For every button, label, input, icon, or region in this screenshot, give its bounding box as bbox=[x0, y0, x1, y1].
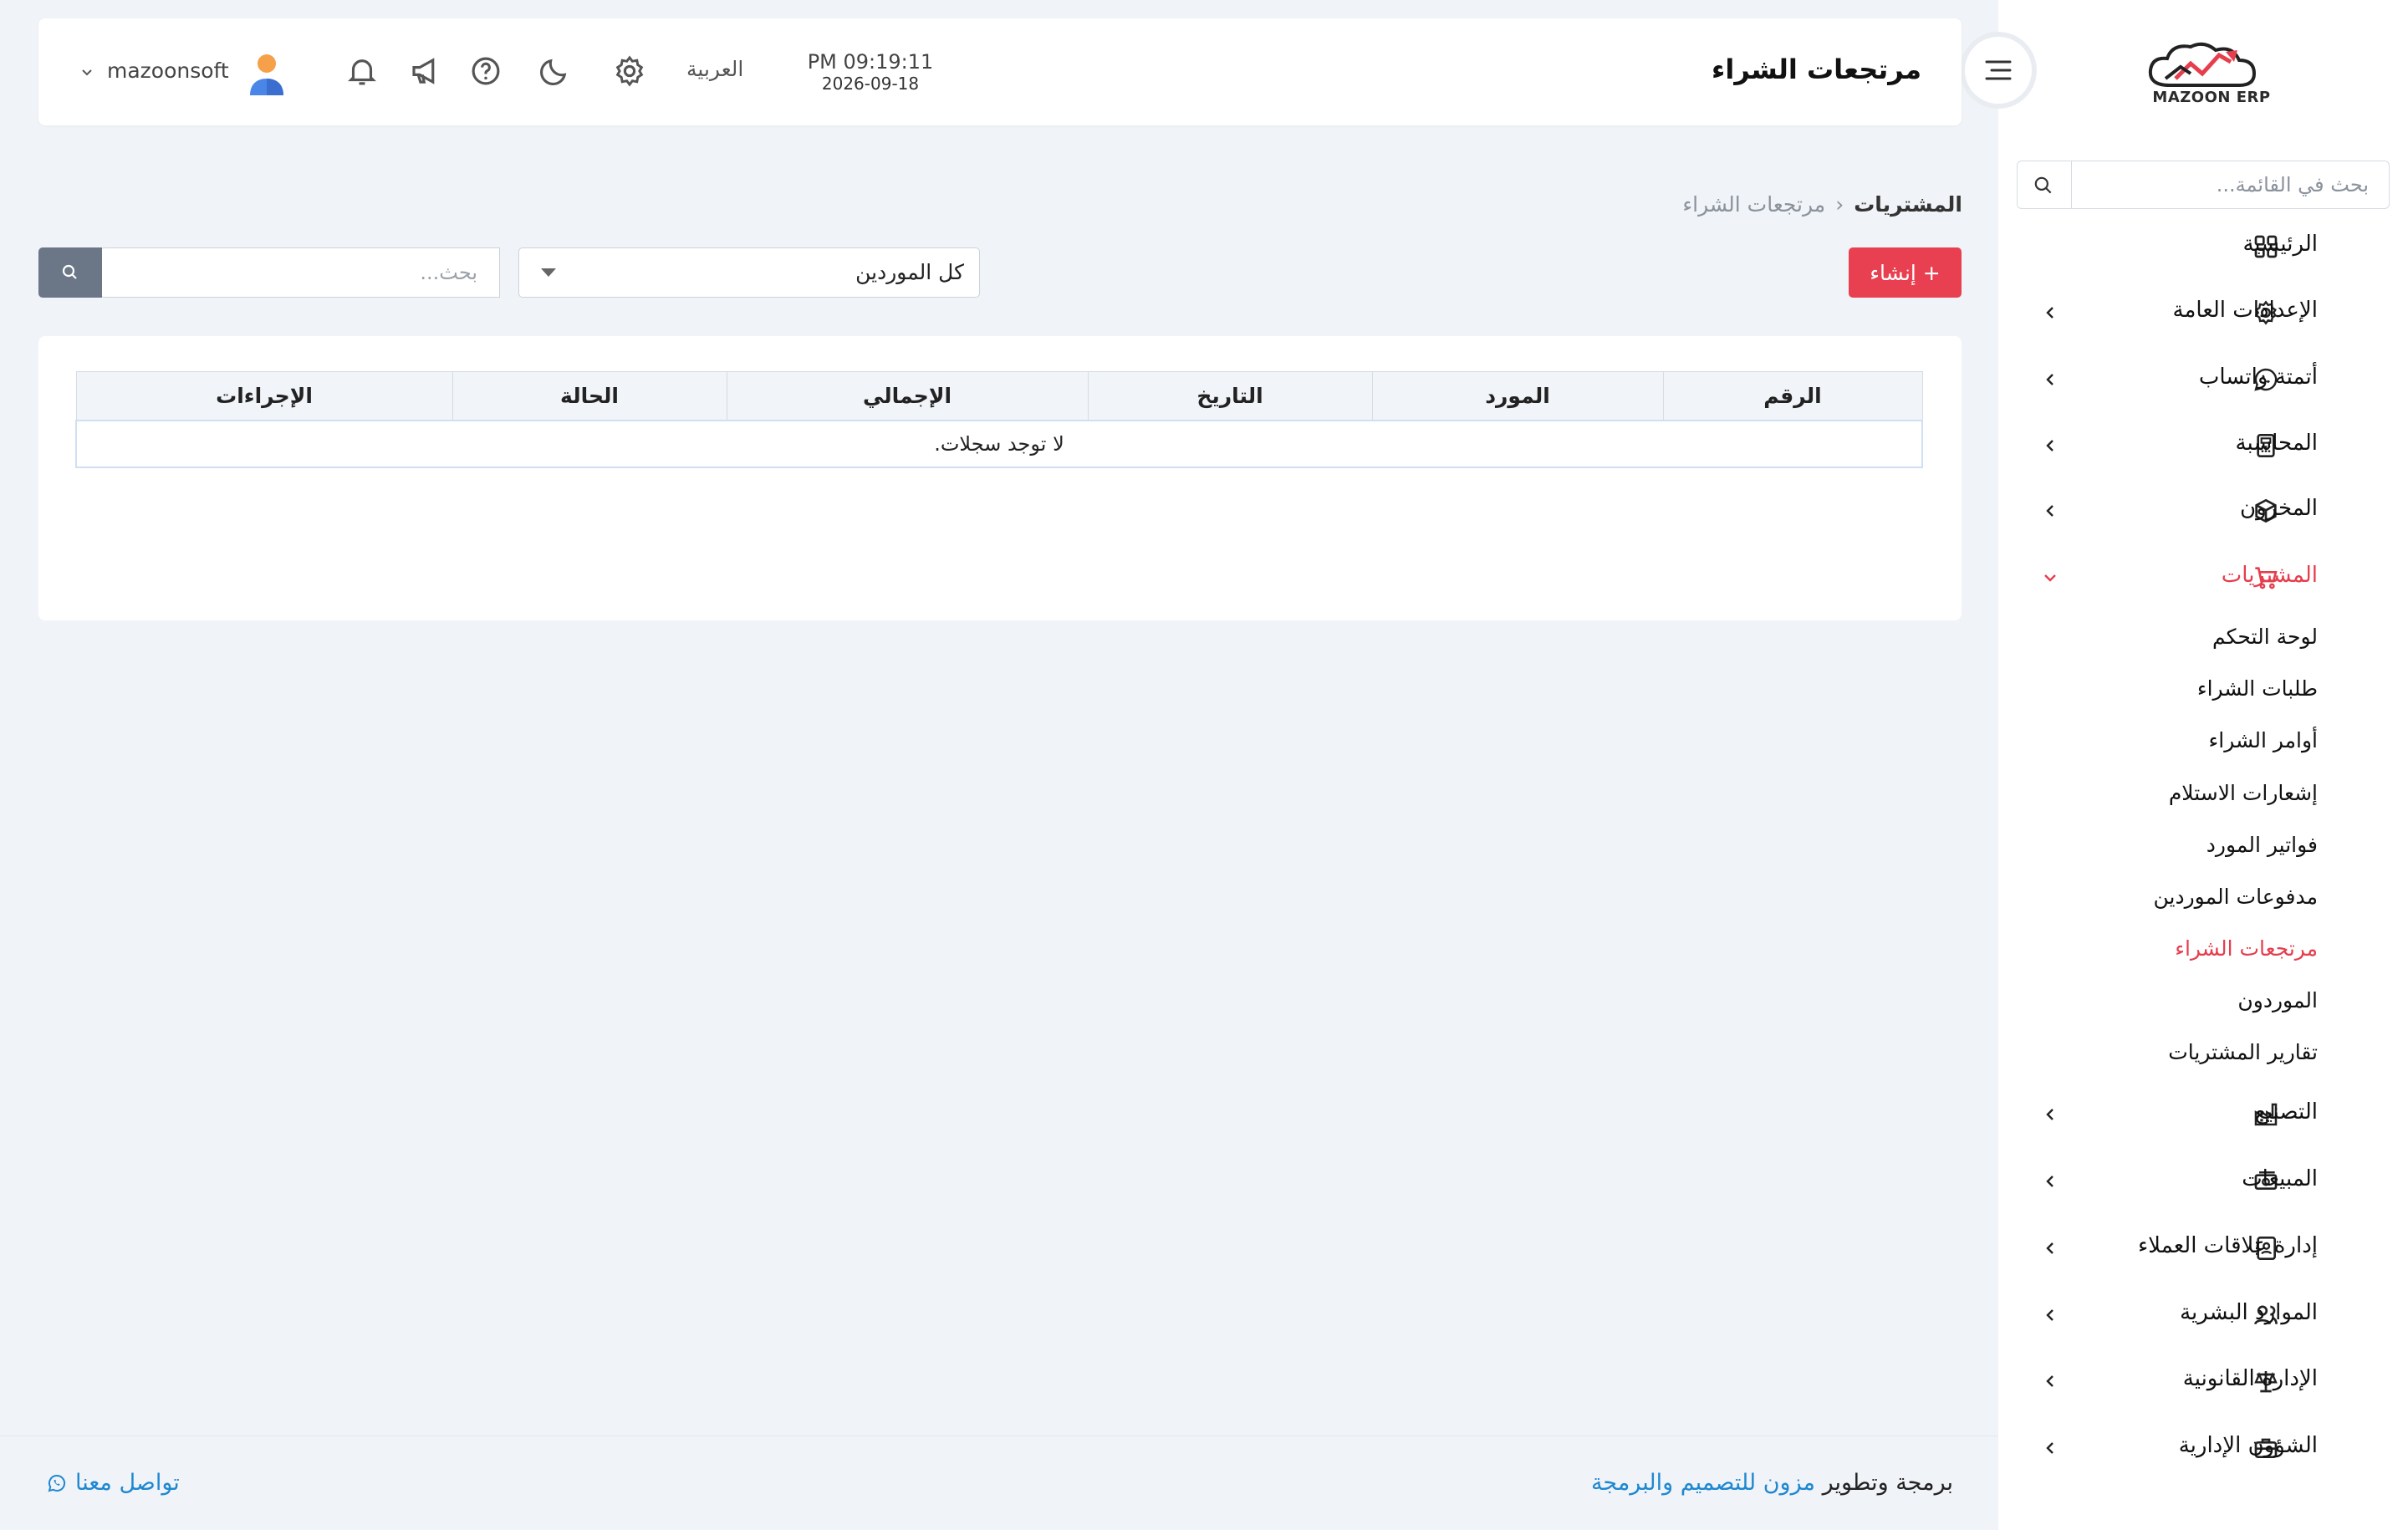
submenu-item-suppliers[interactable]: الموردون bbox=[2237, 988, 2318, 1012]
submenu-item-supplier-payments[interactable]: مدفوعات الموردين bbox=[2153, 885, 2318, 909]
sidebar-item-admin-affairs[interactable]: الشؤون الإدارية bbox=[1998, 1419, 2408, 1477]
language-switch[interactable]: العربية bbox=[686, 57, 743, 81]
sidebar-item-label: التصنيع bbox=[2254, 1099, 2318, 1125]
submenu-item-purchase-orders[interactable]: أوامر الشراء bbox=[2209, 728, 2318, 752]
sidebar-item-label: الموارد البشرية bbox=[2180, 1300, 2318, 1325]
submenu-item-dashboard[interactable]: لوحة التحكم bbox=[2212, 625, 2318, 649]
sidebar-item-label: المبيعات bbox=[2242, 1166, 2318, 1191]
create-button[interactable]: + إنشاء bbox=[1849, 247, 1962, 298]
column-header-number[interactable]: الرقم bbox=[1662, 371, 1923, 421]
chevron-down-icon bbox=[2044, 574, 2056, 582]
caret-down-icon bbox=[541, 268, 556, 277]
sidebar-item-general-settings[interactable]: الإعدادات العامة bbox=[1998, 283, 2408, 342]
sidebar-item-purchases[interactable]: المشتريات bbox=[1998, 548, 2408, 607]
megaphone-icon[interactable] bbox=[408, 54, 443, 89]
sidebar-item-legal[interactable]: الإدارة القانونية bbox=[1998, 1352, 2408, 1410]
column-header-actions: الإجراءات bbox=[75, 371, 453, 421]
whatsapp-icon bbox=[48, 1474, 66, 1492]
clock-time: PM 09:19:11 bbox=[807, 50, 934, 74]
search-input[interactable] bbox=[100, 248, 499, 297]
notification-bell-icon[interactable] bbox=[344, 54, 380, 89]
footer-credit-prefix: برمجة وتطوير bbox=[1822, 1470, 1953, 1496]
chevron-left-icon bbox=[2046, 505, 2053, 517]
footer-credit: برمجة وتطوير مزون للتصميم والبرمجة bbox=[1591, 1470, 1953, 1496]
sidebar-item-whatsapp[interactable]: أتمتة واتساب bbox=[1998, 350, 2408, 409]
chevron-left-icon bbox=[2046, 1242, 2053, 1254]
sidebar-item-label: الإدارة القانونية bbox=[2182, 1366, 2318, 1391]
submenu-item-purchase-reports[interactable]: تقارير المشتريات bbox=[2168, 1040, 2318, 1064]
supplier-filter-value: كل الموردين bbox=[855, 260, 964, 284]
sidebar-item-label: المحاسبة bbox=[2235, 431, 2318, 456]
clock-date: 2026-09-18 bbox=[821, 74, 920, 94]
chevron-left-icon bbox=[2046, 307, 2053, 319]
username[interactable]: mazoonsoft bbox=[107, 59, 229, 83]
sidebar-search-input[interactable] bbox=[2071, 161, 2389, 208]
footer: برمجة وتطوير مزون للتصميم والبرمجة تواصل… bbox=[0, 1436, 1998, 1530]
chevron-left-icon bbox=[2046, 1176, 2053, 1187]
top-header: مرتجعات الشراء PM 09:19:11 2026-09-18 ال… bbox=[38, 18, 1962, 125]
table-header-row: الرقم المورد التاريخ الإجمالي الحالة الإ… bbox=[75, 371, 1923, 421]
sidebar-item-hr[interactable]: الموارد البشرية bbox=[1998, 1286, 2408, 1344]
chevron-left-icon bbox=[2046, 1375, 2053, 1387]
chevron-down-icon[interactable] bbox=[80, 65, 94, 79]
search-icon bbox=[62, 264, 77, 279]
sidebar-item-label: إدارة علاقات العملاء bbox=[2137, 1233, 2318, 1258]
column-header-supplier[interactable]: المورد bbox=[1371, 371, 1664, 421]
sidebar-item-label: المشتريات bbox=[2221, 563, 2318, 588]
submenu-item-purchase-requests[interactable]: طلبات الشراء bbox=[2197, 676, 2318, 701]
breadcrumb-current: مرتجعات الشراء bbox=[1682, 192, 1826, 217]
help-icon[interactable] bbox=[468, 54, 503, 89]
settings-icon[interactable] bbox=[612, 54, 647, 89]
column-header-total[interactable]: الإجمالي bbox=[726, 371, 1089, 421]
column-header-status[interactable]: الحالة bbox=[452, 371, 727, 421]
brand-name: MAZOON ERP bbox=[2152, 89, 2271, 106]
sidebar-toggle-button[interactable] bbox=[1965, 37, 2032, 104]
sidebar-item-accounting[interactable]: المحاسبة bbox=[1998, 416, 2408, 475]
breadcrumb-separator: ‹ bbox=[1835, 192, 1844, 217]
chevron-left-icon bbox=[2046, 1109, 2053, 1120]
sidebar-item-sales[interactable]: المبيعات bbox=[1998, 1152, 2408, 1211]
submenu-item-goods-receipts[interactable]: إشعارات الاستلام bbox=[2169, 781, 2318, 805]
list-search bbox=[100, 247, 500, 298]
avatar[interactable] bbox=[246, 52, 288, 95]
table-row: لا توجد سجلات. bbox=[75, 419, 1923, 468]
brand-logo[interactable]: MAZOON ERP bbox=[2132, 37, 2291, 112]
breadcrumb: المشتريات ‹ مرتجعات الشراء bbox=[1682, 192, 1962, 217]
supplier-filter-select[interactable]: كل الموردين bbox=[518, 247, 980, 298]
sidebar: MAZOON ERP الرئيسية الإعدادات العامة أتم… bbox=[1998, 0, 2408, 1530]
chevron-left-icon bbox=[2046, 1309, 2053, 1321]
sidebar-item-manufacturing[interactable]: التصنيع bbox=[1998, 1085, 2408, 1144]
empty-table-message: لا توجد سجلات. bbox=[75, 419, 1923, 468]
chevron-left-icon bbox=[2046, 440, 2053, 451]
column-header-date[interactable]: التاريخ bbox=[1087, 371, 1373, 421]
footer-credit-link[interactable]: مزون للتصميم والبرمجة bbox=[1591, 1470, 1815, 1496]
sidebar-item-label: الرئيسية bbox=[2242, 232, 2318, 257]
search-button[interactable] bbox=[38, 247, 102, 298]
logo-cloud-icon bbox=[2148, 42, 2257, 87]
menu-icon bbox=[1985, 60, 2012, 80]
sidebar-item-inventory[interactable]: المخزون bbox=[1998, 482, 2408, 540]
chevron-left-icon bbox=[2046, 374, 2053, 385]
sidebar-item-crm[interactable]: إدارة علاقات العملاء bbox=[1998, 1219, 2408, 1278]
contact-us-label: تواصل معنا bbox=[75, 1470, 180, 1496]
sidebar-item-home[interactable]: الرئيسية bbox=[1998, 217, 2408, 276]
chevron-left-icon bbox=[2046, 1442, 2053, 1454]
returns-table-card: الرقم المورد التاريخ الإجمالي الحالة الإ… bbox=[38, 336, 1962, 620]
sidebar-item-label: المخزون bbox=[2240, 496, 2318, 521]
sidebar-item-label: الإعدادات العامة bbox=[2172, 298, 2318, 323]
dark-mode-icon[interactable] bbox=[537, 54, 572, 89]
search-icon[interactable] bbox=[2033, 175, 2054, 196]
sidebar-item-label: أتمتة واتساب bbox=[2198, 365, 2318, 390]
submenu-item-supplier-invoices[interactable]: فواتير المورد bbox=[2206, 833, 2318, 857]
page-title: مرتجعات الشراء bbox=[1712, 54, 1921, 85]
sidebar-item-label: الشؤون الإدارية bbox=[2178, 1433, 2318, 1458]
purchase-returns-table: الرقم المورد التاريخ الإجمالي الحالة الإ… bbox=[75, 371, 1923, 468]
contact-us-link[interactable]: تواصل معنا bbox=[47, 1470, 180, 1496]
breadcrumb-parent[interactable]: المشتريات bbox=[1854, 192, 1962, 217]
sidebar-search bbox=[2017, 161, 2390, 209]
submenu-item-purchase-returns[interactable]: مرتجعات الشراء bbox=[2175, 936, 2318, 961]
